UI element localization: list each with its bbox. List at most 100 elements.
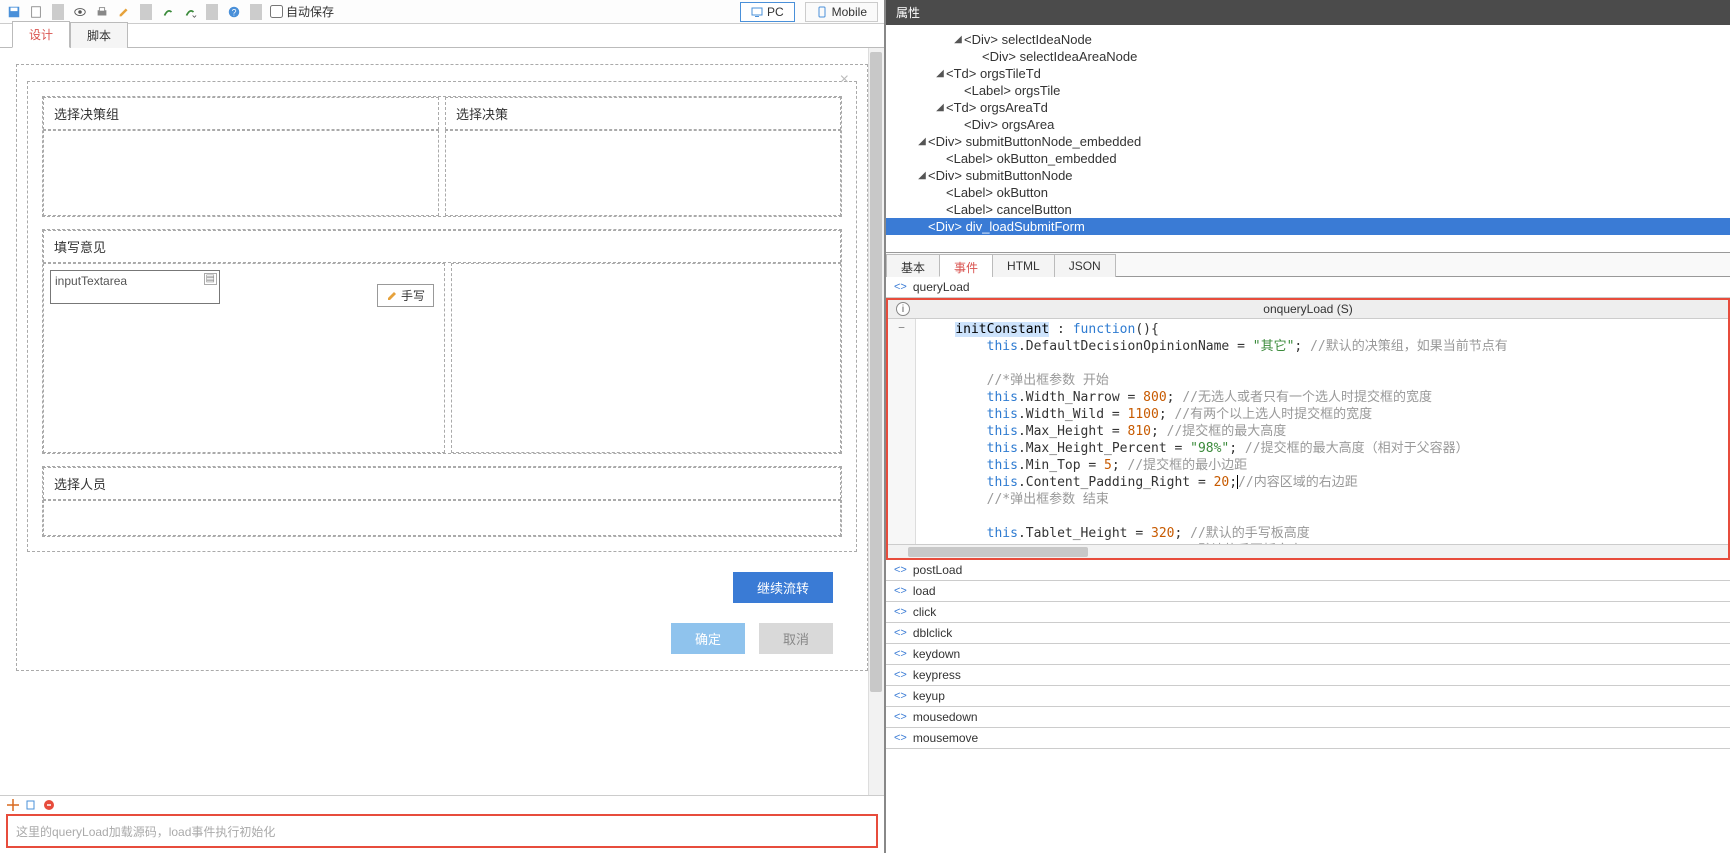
autosave-label: 自动保存 [286, 3, 334, 20]
cancel-button[interactable]: 取消 [759, 623, 833, 654]
opinion-display-area[interactable] [451, 263, 841, 453]
footer-hint-text: 这里的queryLoad加载源码，load事件执行初始化 [16, 823, 275, 840]
tree-toggle-icon[interactable]: ◢ [934, 68, 946, 79]
scroll-thumb[interactable] [870, 52, 882, 692]
tab-basic[interactable]: 基本 [886, 254, 940, 277]
tree-node[interactable]: <Div> orgsArea [886, 116, 1730, 133]
code-title: onqueryLoad (S) [1263, 302, 1352, 316]
event-keydown[interactable]: <> keydown [886, 644, 1730, 665]
event-icon: <> [894, 606, 907, 618]
tree-label: <Td> orgsTileTd [946, 66, 1041, 81]
opinion-input-area[interactable]: inputTextarea ▤ 手写 [43, 263, 445, 453]
event-label: mousemove [913, 731, 978, 745]
tab-event[interactable]: 事件 [939, 254, 993, 277]
event-load[interactable]: <>load [886, 581, 1730, 602]
form-container[interactable]: × 选择决策组 选择决策 [16, 64, 868, 671]
tab-script[interactable]: 脚本 [70, 22, 128, 48]
tree-node[interactable]: <Label> okButton [886, 184, 1730, 201]
code-text[interactable]: initConstant : function(){ this.DefaultD… [916, 319, 1728, 544]
select-decision-group-body[interactable] [43, 130, 439, 216]
ok-button[interactable]: 确定 [671, 623, 745, 654]
code-hscrollbar[interactable] [888, 544, 1728, 558]
select-decision-header: 选择决策 [445, 97, 841, 130]
tree-node[interactable]: ◢ <Div> submitButtonNode [886, 167, 1730, 184]
tab-html[interactable]: HTML [992, 254, 1055, 277]
brush-icon[interactable] [160, 4, 176, 20]
tree-toggle-icon[interactable]: ◢ [952, 34, 964, 45]
help-icon[interactable]: ? [226, 4, 242, 20]
event-icon: <> [894, 564, 907, 576]
select-person-section: 选择人员 [42, 466, 842, 537]
tree-toggle-icon[interactable]: ◢ [916, 136, 928, 147]
event-icon: <> [894, 648, 907, 660]
resize-grip-icon[interactable]: ▤ [204, 273, 217, 285]
tree-node[interactable]: ◢ <Div> submitButtonNode_embedded [886, 133, 1730, 150]
event-label: dblclick [913, 626, 952, 640]
save-icon[interactable] [6, 4, 22, 20]
tree-toggle-icon[interactable]: ◢ [934, 102, 946, 113]
hscroll-thumb[interactable] [908, 547, 1088, 557]
tree-node[interactable]: ◢ <Div> selectIdeaNode [886, 31, 1730, 48]
event-click[interactable]: <> click [886, 602, 1730, 623]
tree-node[interactable]: ◢ <Td> orgsAreaTd [886, 99, 1730, 116]
tree-label: <Label> okButton_embedded [946, 151, 1117, 166]
copy-icon[interactable] [24, 798, 38, 812]
event-keyup[interactable]: <>keyup [886, 686, 1730, 707]
handwrite-button[interactable]: 手写 [377, 284, 434, 307]
brush-dropdown-icon[interactable] [182, 4, 198, 20]
button-row-1: 继续流转 [27, 558, 857, 609]
event-label: postLoad [913, 563, 962, 577]
event-icon: <> [894, 627, 907, 639]
tab-json[interactable]: JSON [1054, 254, 1116, 277]
tree-node[interactable]: <Label> cancelButton [886, 201, 1730, 218]
select-decision-body[interactable] [445, 130, 841, 216]
edit-icon[interactable] [116, 4, 132, 20]
toolbar: ? 自动保存 PC Mobile [0, 0, 884, 24]
autosave-checkbox[interactable]: 自动保存 [270, 3, 334, 20]
close-icon[interactable]: × [840, 71, 849, 89]
input-textarea[interactable]: inputTextarea ▤ [50, 270, 220, 304]
separator [250, 4, 262, 20]
preview-icon[interactable] [72, 4, 88, 20]
main-tabs: 设计 脚本 [0, 24, 884, 48]
print-icon[interactable] [94, 4, 110, 20]
tab-design[interactable]: 设计 [12, 21, 70, 48]
platform-mobile-button[interactable]: Mobile [805, 2, 878, 22]
event-label: click [913, 605, 936, 619]
tree-label: <Label> orgsTile [964, 83, 1060, 98]
continue-button[interactable]: 继续流转 [733, 572, 833, 603]
event-postLoad[interactable]: <> postLoad [886, 560, 1730, 581]
tree-node[interactable]: <Div> div_loadSubmitForm [886, 218, 1730, 235]
event-dblclick[interactable]: <> dblclick [886, 623, 1730, 644]
new-icon[interactable] [28, 4, 44, 20]
event-icon: <> [894, 585, 907, 597]
event-queryload[interactable]: <> queryLoad [886, 277, 1730, 298]
tree-label: <Label> okButton [946, 185, 1048, 200]
event-label: keydown [913, 647, 960, 661]
event-mousemove[interactable]: <>mousemove [886, 728, 1730, 749]
info-icon[interactable]: i [896, 302, 910, 316]
tree-node[interactable]: <Div> selectIdeaAreaNode [886, 48, 1730, 65]
tree-toggle-icon[interactable]: ◢ [916, 170, 928, 181]
select-person-body[interactable] [43, 500, 841, 536]
separator [140, 4, 152, 20]
fold-gutter[interactable]: − [888, 319, 916, 544]
tree-node[interactable]: ◢ <Td> orgsTileTd [886, 65, 1730, 82]
delete-icon[interactable] [42, 798, 56, 812]
event-icon: <> [894, 281, 907, 293]
event-mousedown[interactable]: <>mousedown [886, 707, 1730, 728]
load-submit-form-div[interactable]: 这里的queryLoad加载源码，load事件执行初始化 [6, 814, 878, 848]
dom-tree[interactable]: ◢ <Div> selectIdeaNode <Div> selectIdeaA… [886, 25, 1730, 253]
textarea-placeholder: inputTextarea [55, 274, 127, 288]
canvas-scrollbar[interactable] [868, 48, 884, 795]
tree-node[interactable]: <Label> orgsTile [886, 82, 1730, 99]
event-keypress[interactable]: <>keypress [886, 665, 1730, 686]
tree-label: <Td> orgsAreaTd [946, 100, 1048, 115]
event-icon: <> [894, 711, 907, 723]
code-editor[interactable]: − initConstant : function(){ this.Defaul… [888, 319, 1728, 544]
platform-pc-button[interactable]: PC [740, 2, 795, 22]
design-canvas[interactable]: × 选择决策组 选择决策 [0, 48, 884, 795]
tree-node[interactable]: <Label> okButton_embedded [886, 150, 1730, 167]
move-icon[interactable] [6, 798, 20, 812]
tree-label: <Div> selectIdeaAreaNode [982, 49, 1137, 64]
